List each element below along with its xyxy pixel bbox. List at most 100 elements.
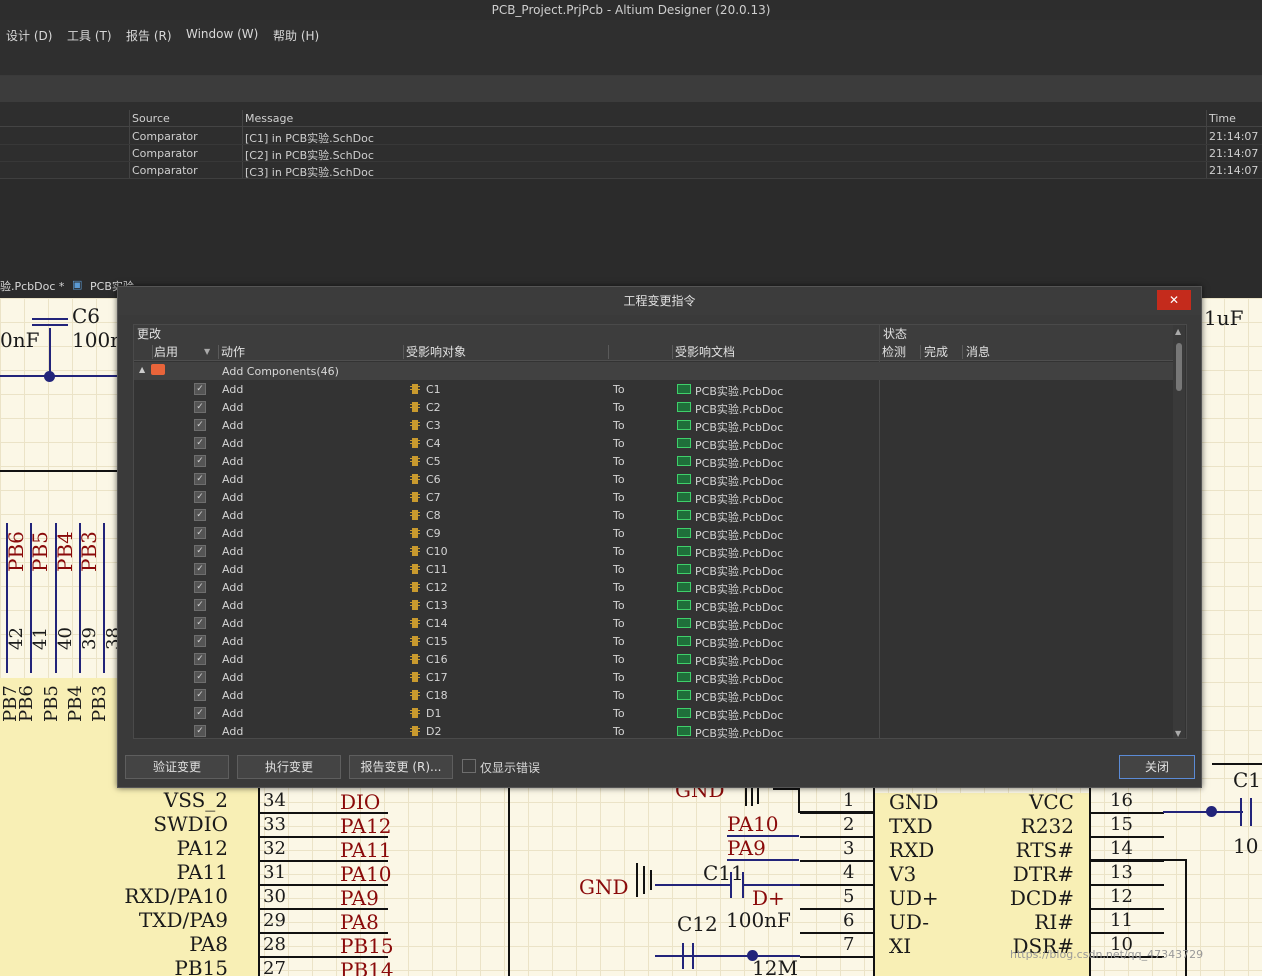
change-row[interactable]: ✓ Add D1 To PCB实验.PcbDoc (134, 704, 1174, 722)
pin-name: XI (889, 934, 912, 958)
enable-checkbox[interactable]: ✓ (194, 671, 206, 683)
row-action: Add (222, 401, 244, 414)
row-target: C17 (426, 671, 448, 684)
pin-name: PB6 (16, 685, 37, 722)
change-row[interactable]: ✓ Add C13 To PCB实验.PcbDoc (134, 596, 1174, 614)
message-row[interactable]: Comparator [C1] in PCB实验.SchDoc 21:14:07 (0, 128, 1262, 145)
change-row[interactable]: ✓ Add C8 To PCB实验.PcbDoc (134, 506, 1174, 524)
change-row[interactable]: ✓ Add C12 To PCB实验.PcbDoc (134, 578, 1174, 596)
column-check[interactable]: 检测 (882, 343, 906, 361)
cap-label: C1 (1233, 768, 1262, 792)
scroll-up-icon[interactable]: ▲ (1175, 327, 1181, 336)
sort-icon[interactable]: ▼ (204, 343, 210, 361)
change-row[interactable]: ✓ Add C9 To PCB实验.PcbDoc (134, 524, 1174, 542)
change-row[interactable]: ✓ Add C10 To PCB实验.PcbDoc (134, 542, 1174, 560)
change-row[interactable]: ✓ Add C7 To PCB实验.PcbDoc (134, 488, 1174, 506)
row-to: To (613, 419, 625, 432)
message-row[interactable]: Comparator [C2] in PCB实验.SchDoc 21:14:07 (0, 145, 1262, 162)
execute-changes-button[interactable]: 执行变更 (237, 755, 341, 779)
change-row[interactable]: ✓ Add C17 To PCB实验.PcbDoc (134, 668, 1174, 686)
enable-checkbox[interactable]: ✓ (194, 401, 206, 413)
pin-name: RTS# (1015, 838, 1074, 862)
header-message[interactable]: Message (245, 112, 293, 125)
header-time[interactable]: Time (1209, 112, 1236, 125)
change-row[interactable]: ✓ Add C2 To PCB实验.PcbDoc (134, 398, 1174, 416)
row-target: C6 (426, 473, 441, 486)
pcb-document-icon (677, 654, 691, 664)
enable-checkbox[interactable]: ✓ (194, 617, 206, 629)
row-action: Add (222, 653, 244, 666)
menu-design[interactable]: 设计 (D) (6, 27, 52, 44)
net-label: DIO (340, 790, 381, 814)
change-row[interactable]: ✓ Add D2 To PCB实验.PcbDoc (134, 722, 1174, 738)
enable-checkbox[interactable]: ✓ (194, 437, 206, 449)
tab-pcb-doc[interactable]: 验.PcbDoc * (0, 278, 64, 294)
column-affected-document[interactable]: 受影响文档 (675, 343, 735, 361)
change-row[interactable]: ✓ Add C14 To PCB实验.PcbDoc (134, 614, 1174, 632)
enable-checkbox[interactable]: ✓ (194, 419, 206, 431)
vertical-scrollbar[interactable]: ▲ ▼ (1173, 325, 1185, 738)
scroll-down-icon[interactable]: ▼ (1175, 729, 1181, 738)
enable-checkbox[interactable]: ✓ (194, 689, 206, 701)
group-row-add-components[interactable]: ▲ Add Components(46) (134, 362, 1174, 380)
column-message[interactable]: 消息 (966, 343, 990, 361)
enable-checkbox[interactable]: ✓ (194, 491, 206, 503)
row-to: To (613, 725, 625, 738)
header-source[interactable]: Source (132, 112, 170, 125)
pin-name: PA11 (176, 860, 228, 884)
row-action: Add (222, 599, 244, 612)
enable-checkbox[interactable]: ✓ (194, 545, 206, 557)
pin-name: UD- (889, 910, 930, 934)
errors-only-checkbox[interactable] (462, 759, 476, 773)
report-changes-button[interactable]: 报告变更 (R)... (349, 755, 453, 779)
row-action: Add (222, 707, 244, 720)
enable-checkbox[interactable]: ✓ (194, 473, 206, 485)
change-row[interactable]: ✓ Add C4 To PCB实验.PcbDoc (134, 434, 1174, 452)
enable-checkbox[interactable]: ✓ (194, 707, 206, 719)
row-action: Add (222, 581, 244, 594)
row-document: PCB实验.PcbDoc (695, 601, 784, 614)
change-row[interactable]: ✓ Add C6 To PCB实验.PcbDoc (134, 470, 1174, 488)
change-row[interactable]: ✓ Add C1 To PCB实验.PcbDoc (134, 380, 1174, 398)
change-row[interactable]: ✓ Add C18 To PCB实验.PcbDoc (134, 686, 1174, 704)
row-to: To (613, 509, 625, 522)
column-enable[interactable]: 启用 (154, 343, 178, 361)
validate-changes-button[interactable]: 验证变更 (125, 755, 229, 779)
menu-reports[interactable]: 报告 (R) (126, 27, 172, 44)
message-text: [C3] in PCB实验.SchDoc (245, 166, 374, 178)
close-icon[interactable]: ✕ (1157, 290, 1191, 310)
pcb-document-icon (677, 636, 691, 646)
enable-checkbox[interactable]: ✓ (194, 635, 206, 647)
change-row[interactable]: ✓ Add C16 To PCB实验.PcbDoc (134, 650, 1174, 668)
enable-checkbox[interactable]: ✓ (194, 563, 206, 575)
column-done[interactable]: 完成 (924, 343, 948, 361)
menu-tools[interactable]: 工具 (T) (67, 27, 112, 44)
change-row[interactable]: ✓ Add C3 To PCB实验.PcbDoc (134, 416, 1174, 434)
enable-checkbox[interactable]: ✓ (194, 599, 206, 611)
change-row[interactable]: ✓ Add C15 To PCB实验.PcbDoc (134, 632, 1174, 650)
row-action: Add (222, 563, 244, 576)
column-action[interactable]: 动作 (221, 343, 245, 361)
column-affected-object[interactable]: 受影响对象 (406, 343, 466, 361)
expand-icon[interactable]: ▲ (139, 365, 145, 374)
enable-checkbox[interactable]: ✓ (194, 653, 206, 665)
enable-checkbox[interactable]: ✓ (194, 725, 206, 737)
enable-checkbox[interactable]: ✓ (194, 383, 206, 395)
scroll-thumb[interactable] (1176, 343, 1182, 391)
change-row[interactable]: ✓ Add C5 To PCB实验.PcbDoc (134, 452, 1174, 470)
enable-checkbox[interactable]: ✓ (194, 527, 206, 539)
message-row[interactable]: Comparator [C3] in PCB实验.SchDoc 21:14:07 (0, 162, 1262, 178)
enable-checkbox[interactable]: ✓ (194, 455, 206, 467)
menu-window[interactable]: Window (W) (186, 27, 258, 41)
close-button[interactable]: 关闭 (1119, 755, 1195, 779)
change-row[interactable]: ✓ Add C11 To PCB实验.PcbDoc (134, 560, 1174, 578)
row-target: C2 (426, 401, 441, 414)
row-to: To (613, 707, 625, 720)
row-to: To (613, 545, 625, 558)
enable-checkbox[interactable]: ✓ (194, 509, 206, 521)
enable-checkbox[interactable]: ✓ (194, 581, 206, 593)
component-icon (410, 618, 420, 628)
pin-name: RXD/PA10 (124, 884, 228, 908)
pin-number: 1 (843, 790, 855, 811)
menu-help[interactable]: 帮助 (H) (273, 27, 319, 44)
